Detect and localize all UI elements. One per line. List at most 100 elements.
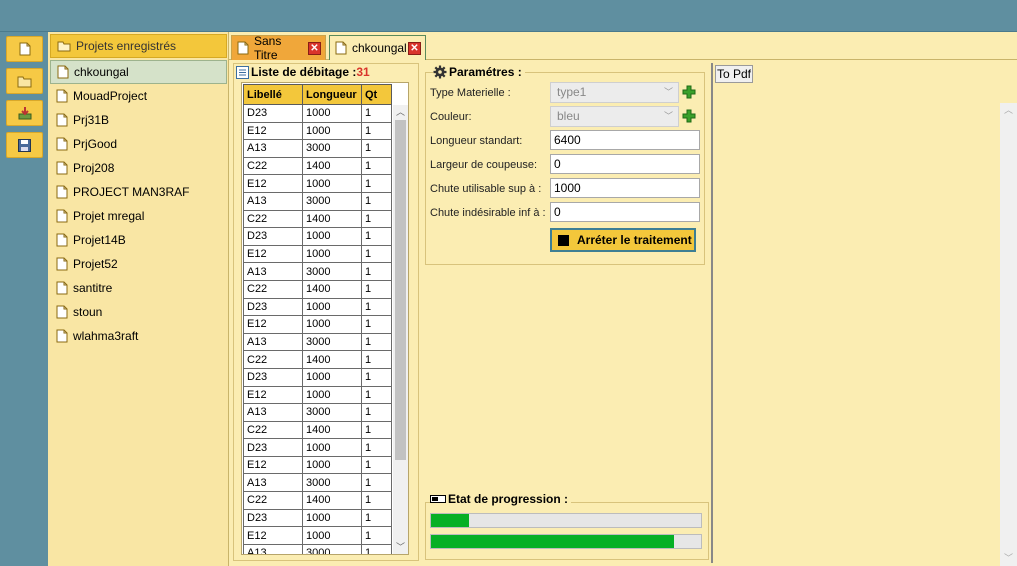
table-cell[interactable]: 1 [361,262,392,281]
length-field[interactable]: 6400 [550,130,700,150]
table-cell[interactable]: 1 [361,473,392,493]
table-cell[interactable]: 1000 [302,385,362,405]
table-cell[interactable]: 1 [361,491,392,510]
table-cell[interactable]: 1400 [302,279,362,299]
to-pdf-button[interactable]: To Pdf [715,65,753,83]
table-cell[interactable]: 1 [361,420,392,440]
table-row[interactable]: A13 3000 1 [243,332,392,352]
table-cell[interactable]: C22 [243,420,303,440]
table-cell[interactable]: C22 [243,209,303,229]
usable-field[interactable]: 1000 [550,178,700,198]
project-item[interactable]: Projet52 [50,252,227,276]
project-item[interactable]: stoun [50,300,227,324]
project-item[interactable]: MouadProject [50,84,227,108]
table-cell[interactable]: 1 [361,526,392,545]
table-cell[interactable]: 1 [361,279,392,299]
table-cell[interactable]: 3000 [302,262,362,281]
table-cell[interactable]: 1 [361,297,392,317]
add-type-icon[interactable] [682,85,696,99]
table-cell[interactable]: A13 [243,473,303,493]
table-row[interactable]: C22 1400 1 [243,491,392,510]
table-cell[interactable]: 1000 [302,174,362,193]
table-cell[interactable]: A13 [243,332,303,352]
project-item[interactable]: PROJECT MAN3RAF [50,180,227,204]
column-header[interactable]: Longueur [302,84,362,105]
table-row[interactable]: C22 1400 1 [243,279,392,299]
project-item[interactable]: Prj31B [50,108,227,132]
table-cell[interactable]: 3000 [302,139,362,158]
table-cell[interactable]: 1 [361,244,392,264]
table-cell[interactable]: 1 [361,403,392,422]
table-cell[interactable]: C22 [243,156,303,176]
table-cell[interactable]: 1000 [302,315,362,334]
table-row[interactable]: D23 1000 1 [243,438,392,457]
table-row[interactable]: A13 3000 1 [243,191,392,211]
cut-list-table[interactable]: Libellé Longueur Qt D23 1000 1 E12 1000 1 A13 3… [241,82,409,555]
table-cell[interactable]: 1 [361,209,392,229]
table-row[interactable]: E12 1000 1 [243,121,392,141]
table-cell[interactable]: 3000 [302,473,362,493]
table-cell[interactable]: 1 [361,385,392,405]
table-row[interactable]: A13 3000 1 [243,262,392,281]
table-cell[interactable]: 1000 [302,455,362,475]
save-button[interactable] [6,132,43,158]
table-cell[interactable]: 1 [361,350,392,369]
project-item[interactable]: Projet14B [50,228,227,252]
table-cell[interactable]: 1000 [302,367,362,387]
table-scrollbar[interactable]: ︿ ﹀ [393,105,408,554]
scrollbar-thumb[interactable] [395,120,406,460]
project-item[interactable]: wlahma3raft [50,324,227,348]
table-cell[interactable]: 1 [361,139,392,158]
preview-scrollbar[interactable]: ︿ ﹀ [1000,103,1017,566]
table-row[interactable]: A13 3000 1 [243,473,392,493]
table-row[interactable]: A13 3000 1 [243,543,392,554]
table-cell[interactable]: 1400 [302,491,362,510]
table-cell[interactable]: 3000 [302,403,362,422]
table-cell[interactable]: 1 [361,121,392,141]
table-row[interactable]: E12 1000 1 [243,455,392,475]
table-cell[interactable]: 3000 [302,191,362,211]
close-icon[interactable]: ✕ [408,41,421,55]
table-row[interactable]: E12 1000 1 [243,315,392,334]
table-cell[interactable]: D23 [243,227,303,246]
table-cell[interactable]: C22 [243,491,303,510]
table-cell[interactable]: C22 [243,350,303,369]
project-item[interactable]: Projet mregal [50,204,227,228]
table-cell[interactable]: 1000 [302,508,362,528]
table-cell[interactable]: 1000 [302,526,362,545]
new-project-button[interactable] [6,36,43,62]
table-row[interactable]: E12 1000 1 [243,526,392,545]
import-button[interactable] [6,100,43,126]
unwanted-field[interactable]: 0 [550,202,700,222]
table-cell[interactable]: 1 [361,174,392,193]
project-item[interactable]: santitre [50,276,227,300]
table-row[interactable]: D23 1000 1 [243,104,392,123]
table-row[interactable]: E12 1000 1 [243,244,392,264]
table-cell[interactable]: A13 [243,262,303,281]
table-cell[interactable]: A13 [243,139,303,158]
project-item[interactable]: Proj208 [50,156,227,180]
table-row[interactable]: C22 1400 1 [243,156,392,176]
table-cell[interactable]: 1 [361,543,392,554]
table-cell[interactable]: 1 [361,508,392,528]
table-cell[interactable]: 1000 [302,297,362,317]
tab-chkoungal[interactable]: chkoungal ✕ [329,35,426,60]
table-cell[interactable]: E12 [243,315,303,334]
scroll-up-icon[interactable]: ︿ [393,105,408,119]
table-cell[interactable]: C22 [243,279,303,299]
close-icon[interactable]: ✕ [308,41,321,55]
table-cell[interactable]: D23 [243,104,303,123]
table-cell[interactable]: E12 [243,526,303,545]
table-cell[interactable]: 1 [361,191,392,211]
column-header[interactable]: Qt [361,84,392,105]
table-row[interactable]: A13 3000 1 [243,139,392,158]
color-select[interactable]: bleu ﹀ [550,106,679,127]
table-row[interactable]: C22 1400 1 [243,350,392,369]
table-row[interactable]: E12 1000 1 [243,385,392,405]
table-cell[interactable]: 1 [361,227,392,246]
scroll-down-icon[interactable]: ﹀ [393,540,408,554]
table-cell[interactable]: 1000 [302,121,362,141]
table-cell[interactable]: 1 [361,455,392,475]
table-cell[interactable]: D23 [243,297,303,317]
table-cell[interactable]: E12 [243,174,303,193]
